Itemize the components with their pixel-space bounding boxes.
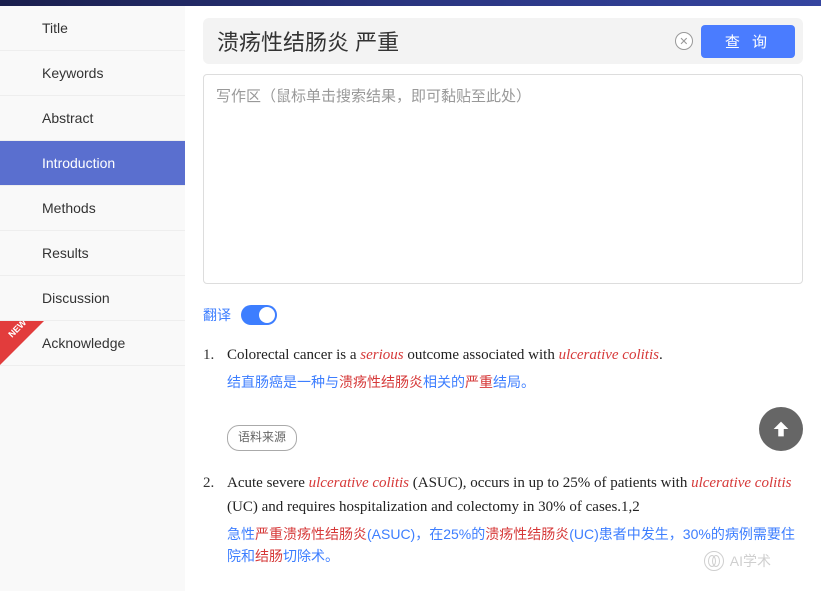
watermark-text: AI学术 <box>730 551 771 571</box>
scroll-to-top-button[interactable] <box>759 407 803 451</box>
sidebar-item-abstract[interactable]: Abstract <box>0 96 185 141</box>
source-button[interactable]: 语料来源 <box>227 425 297 450</box>
sidebar: Title Keywords Abstract Introduction Met… <box>0 6 185 591</box>
result-english: Colorectal cancer is a serious outcome a… <box>227 343 803 367</box>
sidebar-item-acknowledge[interactable]: NEW Acknowledge <box>0 321 185 366</box>
sidebar-item-title[interactable]: Title <box>0 6 185 51</box>
new-badge: NEW <box>0 321 44 365</box>
query-button[interactable]: 查 询 <box>701 25 795 58</box>
results-list: 1.Colorectal cancer is a serious outcome… <box>203 343 803 567</box>
watermark: AI学术 <box>704 551 771 571</box>
sidebar-item-keywords[interactable]: Keywords <box>0 51 185 96</box>
sidebar-item-introduction[interactable]: Introduction <box>0 141 185 186</box>
translate-label: 翻译 <box>203 305 231 325</box>
sidebar-item-methods[interactable]: Methods <box>0 186 185 231</box>
arrow-up-icon <box>770 418 792 440</box>
sidebar-item-results[interactable]: Results <box>0 231 185 276</box>
sidebar-item-discussion[interactable]: Discussion <box>0 276 185 321</box>
result-item[interactable]: 1.Colorectal cancer is a serious outcome… <box>203 343 803 451</box>
main-panel: ✕ 查 询 翻译 1.Colorectal cancer is a seriou… <box>185 6 821 591</box>
result-chinese: 结直肠癌是一种与溃疡性结肠炎相关的严重结局。 <box>227 371 803 393</box>
write-area[interactable] <box>203 74 803 284</box>
search-input[interactable] <box>211 24 667 58</box>
search-bar: ✕ 查 询 <box>203 18 803 64</box>
result-number: 2. <box>203 471 227 568</box>
result-body: Colorectal cancer is a serious outcome a… <box>227 343 803 451</box>
wechat-icon <box>704 551 724 571</box>
clear-icon[interactable]: ✕ <box>675 32 693 50</box>
translate-toggle[interactable] <box>241 305 277 325</box>
sidebar-item-label: Acknowledge <box>42 335 125 351</box>
translate-row: 翻译 <box>203 305 803 325</box>
result-english: Acute severe ulcerative colitis (ASUC), … <box>227 471 803 519</box>
result-number: 1. <box>203 343 227 451</box>
